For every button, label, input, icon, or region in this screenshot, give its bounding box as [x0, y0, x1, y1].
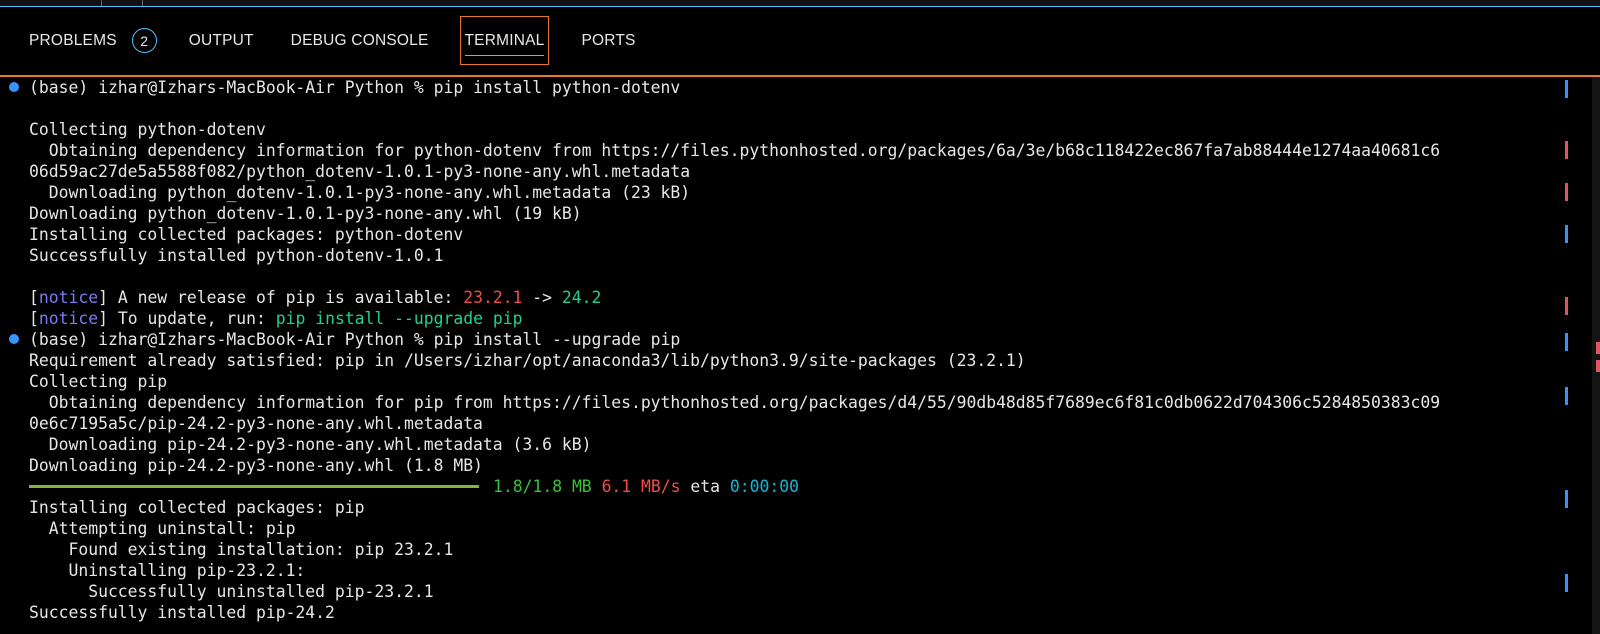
command-marker: [1565, 490, 1568, 508]
output-line: Collecting python-dotenv: [29, 120, 266, 139]
output-line: Uninstalling pip-23.2.1:: [29, 561, 306, 580]
tab-terminal[interactable]: TERMINAL: [459, 16, 550, 65]
tab-output[interactable]: OUTPUT: [189, 16, 254, 66]
error-marker: [1565, 297, 1568, 315]
download-progress-bar: [29, 484, 479, 488]
progress-size: 1.8/1.8 MB: [493, 477, 592, 496]
prompt-line: (base) izhar@Izhars-MacBook-Air Python %…: [29, 78, 681, 97]
scrollbar-track[interactable]: [1592, 77, 1600, 634]
tab-debug-console-label: DEBUG CONSOLE: [290, 31, 429, 49]
output-line: Successfully installed pip-24.2: [29, 603, 335, 622]
output-line: Obtaining dependency information for pyt…: [29, 141, 1441, 160]
new-pip-version: 24.2: [561, 288, 602, 307]
panel-tabs: PROBLEMS 2 OUTPUT DEBUG CONSOLE TERMINAL…: [0, 7, 636, 74]
active-tab-indicator: [464, 54, 545, 56]
progress-eta: 0:00:00: [729, 477, 799, 496]
output-line: Installing collected packages: pip: [29, 498, 365, 517]
command-marker: [1565, 225, 1568, 243]
output-line: Attempting uninstall: pip: [29, 519, 296, 538]
progress-speed: 6.1 MB/s: [601, 477, 681, 496]
notice-line: [notice] To update, run: pip install --u…: [29, 309, 523, 328]
notice-tag: notice: [38, 309, 99, 328]
progress-eta-label: eta: [690, 477, 720, 496]
command-decoration-icon[interactable]: [9, 82, 19, 92]
command-decoration-icon[interactable]: [9, 334, 19, 344]
output-line: Downloading python_dotenv-1.0.1-py3-none…: [29, 204, 582, 223]
error-marker: [1565, 183, 1568, 201]
output-line: Collecting pip: [29, 372, 168, 391]
tab-ports[interactable]: PORTS: [581, 16, 635, 66]
upgrade-command: pip install --upgrade pip: [275, 309, 523, 328]
output-line: Downloading python_dotenv-1.0.1-py3-none…: [29, 183, 691, 202]
scroll-position-marker: [1596, 342, 1600, 354]
tab-terminal-label: TERMINAL: [464, 31, 545, 49]
output-line: Downloading pip-24.2-py3-none-any.whl.me…: [29, 435, 592, 454]
output-line: Requirement already satisfied: pip in /U…: [29, 351, 1026, 370]
scroll-position-marker: [1596, 360, 1600, 372]
tab-problems[interactable]: PROBLEMS 2: [29, 16, 157, 66]
editor-top-strip: [0, 0, 1600, 7]
output-line: Obtaining dependency information for pip…: [29, 393, 1441, 412]
prompt-line: (base) izhar@Izhars-MacBook-Air Python %…: [29, 330, 681, 349]
terminal-scrollbar[interactable]: [1560, 77, 1600, 634]
notice-line: [notice] A new release of pip is availab…: [29, 288, 602, 307]
command-marker: [1565, 333, 1568, 351]
error-marker: [1565, 141, 1568, 159]
output-line: Downloading pip-24.2-py3-none-any.whl (1…: [29, 456, 483, 475]
output-line: Successfully installed python-dotenv-1.0…: [29, 246, 444, 265]
progress-line: 1.8/1.8 MB 6.1 MB/s eta 0:00:00: [29, 476, 799, 497]
command-marker: [1565, 574, 1568, 592]
panel-header: PROBLEMS 2 OUTPUT DEBUG CONSOLE TERMINAL…: [0, 7, 1600, 74]
terminal-output[interactable]: (base) izhar@Izhars-MacBook-Air Python %…: [0, 77, 1600, 634]
strip-divider: [101, 0, 102, 6]
old-pip-version: 23.2.1: [463, 288, 523, 307]
tab-problems-label: PROBLEMS: [29, 31, 117, 49]
tab-output-label: OUTPUT: [188, 31, 254, 49]
command-marker: [1565, 387, 1568, 405]
output-line: Found existing installation: pip 23.2.1: [29, 540, 454, 559]
strip-divider: [142, 0, 143, 6]
problems-count-badge: 2: [131, 28, 157, 53]
output-line: Successfully uninstalled pip-23.2.1: [29, 582, 434, 601]
output-line: Installing collected packages: python-do…: [29, 225, 464, 244]
tab-ports-label: PORTS: [581, 31, 636, 49]
tab-debug-console[interactable]: DEBUG CONSOLE: [291, 16, 429, 66]
output-line: 06d59ac27de5a5588f082/python_dotenv-1.0.…: [29, 162, 691, 181]
command-marker: [1565, 80, 1568, 98]
notice-tag: notice: [38, 288, 99, 307]
output-line: 0e6c7195a5c/pip-24.2-py3-none-any.whl.me…: [29, 414, 483, 433]
